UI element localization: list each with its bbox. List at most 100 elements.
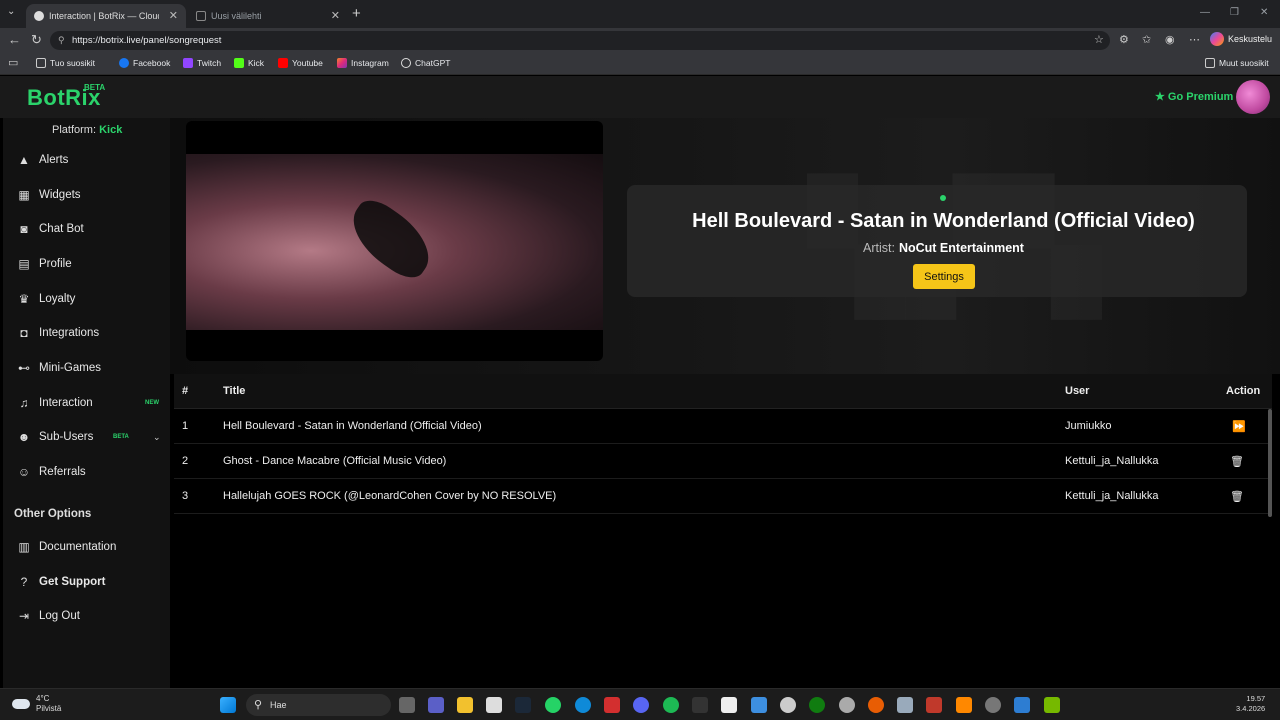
sidebar-toggle-icon[interactable]: ▭ — [8, 56, 18, 69]
folder-icon — [1205, 58, 1215, 68]
facebook-icon — [119, 58, 129, 68]
table-header: # Title User Action — [174, 374, 1272, 409]
bookmark-kick[interactable]: Kick — [234, 58, 264, 68]
tab-favicon-icon — [196, 11, 206, 21]
tab-botrix[interactable]: Interaction | BotRix — Cloud ✕ — [26, 4, 186, 28]
skip-icon[interactable]: ⏩ — [1232, 420, 1246, 433]
song-queue-table: # Title User Action 1 Hell Boulevard - S… — [174, 374, 1280, 514]
go-premium-button[interactable]: ★ Go Premium — [1155, 90, 1233, 103]
more-icon[interactable]: ⋯ — [1189, 33, 1200, 46]
edge-icon[interactable] — [575, 697, 591, 713]
bookmark-youtube[interactable]: Youtube — [278, 58, 323, 68]
profile-icon[interactable]: ◉ — [1165, 33, 1175, 46]
bookmark-label: Muut suosikit — [1219, 58, 1269, 68]
sidebar-item-sub-users[interactable]: ☻ Sub-Users BETA ⌄ — [3, 422, 170, 452]
copilot-button[interactable]: Keskustelu — [1210, 32, 1272, 46]
new-tab-icon[interactable]: + — [352, 5, 361, 22]
sidebar-item-integrations[interactable]: ◘ Integrations — [3, 318, 170, 348]
bookmarks-bar: ▭ Tuo suosikit Facebook Twitch Kick Yout… — [0, 53, 1280, 75]
sidebar-item-loyalty[interactable]: ♛ Loyalty — [3, 284, 170, 314]
taskbar: 4°C Pilvistä ⚲ Hae 19.57 3.4.2026 — [0, 688, 1280, 720]
task-view-icon[interactable] — [399, 697, 415, 713]
teams-icon[interactable] — [428, 697, 444, 713]
sidebar-item-label: Interaction — [39, 397, 93, 409]
vlc-icon[interactable] — [956, 697, 972, 713]
mail-icon[interactable] — [751, 697, 767, 713]
taskbar-search[interactable]: ⚲ Hae — [246, 694, 391, 716]
settings-app-icon[interactable] — [897, 697, 913, 713]
back-icon[interactable]: ← — [8, 32, 21, 47]
sidebar-item-referrals[interactable]: ☺ Referrals — [3, 457, 170, 487]
music-icon: ♫ — [19, 396, 29, 410]
extensions-icon[interactable]: ⚙ — [1119, 33, 1129, 46]
bookmark-label: Instagram — [351, 58, 389, 68]
avatar[interactable] — [1236, 80, 1270, 114]
copilot-icon — [1210, 32, 1224, 46]
sidebar-item-get-support[interactable]: ? Get Support — [3, 567, 170, 597]
app-orange-icon[interactable] — [868, 697, 884, 713]
app-l-icon[interactable] — [604, 697, 620, 713]
trash-icon[interactable]: 🗑 — [1230, 490, 1244, 503]
favorite-star-icon[interactable]: ☆ — [1094, 33, 1104, 46]
app-window-icon[interactable] — [1014, 697, 1030, 713]
settings-button[interactable]: Settings — [913, 264, 975, 289]
video-player[interactable] — [186, 121, 603, 361]
obs-icon[interactable] — [839, 697, 855, 713]
tab-new[interactable]: Uusi välilehti ✕ — [188, 4, 348, 28]
maximize-icon[interactable]: ❐ — [1230, 7, 1239, 18]
close-tab-icon[interactable]: ✕ — [169, 9, 178, 22]
sidebar-item-interaction[interactable]: ♫ Interaction NEW — [3, 388, 170, 418]
bookmark-chatgpt[interactable]: ChatGPT — [401, 58, 450, 68]
store-icon[interactable] — [486, 697, 502, 713]
sidebar-item-alerts[interactable]: ▲ Alerts — [3, 145, 170, 175]
spotify-icon[interactable] — [663, 697, 679, 713]
sidebar-item-label: Alerts — [39, 154, 69, 166]
header-user: User — [1065, 385, 1090, 397]
sidebar-item-mini-games[interactable]: ⊷ Mini-Games — [3, 353, 170, 383]
start-icon[interactable] — [220, 697, 236, 713]
notepad-icon[interactable] — [721, 697, 737, 713]
sidebar-item-log-out[interactable]: ⇥ Log Out — [3, 601, 170, 631]
system-clock[interactable]: 19.57 3.4.2026 — [1236, 694, 1265, 714]
logo-beta-badge: BETA — [84, 83, 106, 92]
sidebar-item-profile[interactable]: ▤ Profile — [3, 249, 170, 279]
xbox-icon[interactable] — [809, 697, 825, 713]
weather-widget[interactable]: 4°C Pilvistä — [12, 694, 61, 714]
settings-gear-icon[interactable] — [780, 697, 796, 713]
url-field[interactable]: ⚲ https://botrix.live/panel/songrequest — [50, 31, 1110, 50]
bookmark-import[interactable]: Tuo suosikit — [36, 58, 95, 68]
bookmark-other[interactable]: Muut suosikit — [1205, 58, 1269, 68]
nvidia-icon[interactable] — [1044, 697, 1060, 713]
scrollbar[interactable] — [1268, 409, 1272, 517]
app-red-icon[interactable] — [926, 697, 942, 713]
sidebar-item-documentation[interactable]: ▥ Documentation — [3, 532, 170, 562]
g-hub-icon[interactable] — [692, 697, 708, 713]
sidebar-item-chat-bot[interactable]: ◙ Chat Bot — [3, 214, 170, 244]
row-num: 2 — [182, 455, 189, 467]
url-text: https://botrix.live/panel/songrequest — [72, 35, 222, 46]
tab-list-icon[interactable]: ⌄ — [7, 6, 15, 17]
table-row: 1 Hell Boulevard - Satan in Wonderland (… — [174, 409, 1272, 444]
other-options-heading: Other Options — [14, 508, 92, 520]
sidebar-item-label: Mini-Games — [39, 362, 101, 374]
logout-icon: ⇥ — [18, 609, 30, 623]
file-explorer-icon[interactable] — [457, 697, 473, 713]
address-bar-row: ← ↻ ⚲ https://botrix.live/panel/songrequ… — [0, 28, 1280, 53]
close-window-icon[interactable]: ✕ — [1260, 7, 1268, 18]
trash-icon[interactable]: 🗑 — [1230, 455, 1244, 468]
discord-icon[interactable] — [633, 697, 649, 713]
reload-icon[interactable]: ↻ — [31, 32, 42, 48]
app-notify-icon[interactable] — [985, 697, 1001, 713]
favorites-icon[interactable]: ✩ — [1142, 33, 1151, 46]
whatsapp-icon[interactable] — [545, 697, 561, 713]
bookmark-twitch[interactable]: Twitch — [183, 58, 221, 68]
chevron-down-icon[interactable]: ⌄ — [153, 432, 161, 443]
sidebar-item-widgets[interactable]: ▦ Widgets — [3, 180, 170, 210]
minimize-icon[interactable]: — — [1200, 7, 1210, 18]
site-info-icon[interactable]: ⚲ — [58, 31, 65, 50]
sidebar-item-label: Get Support — [39, 576, 106, 588]
bookmark-facebook[interactable]: Facebook — [119, 58, 170, 68]
steam-icon[interactable] — [515, 697, 531, 713]
bookmark-instagram[interactable]: Instagram — [337, 58, 389, 68]
close-tab-icon[interactable]: ✕ — [331, 9, 340, 22]
